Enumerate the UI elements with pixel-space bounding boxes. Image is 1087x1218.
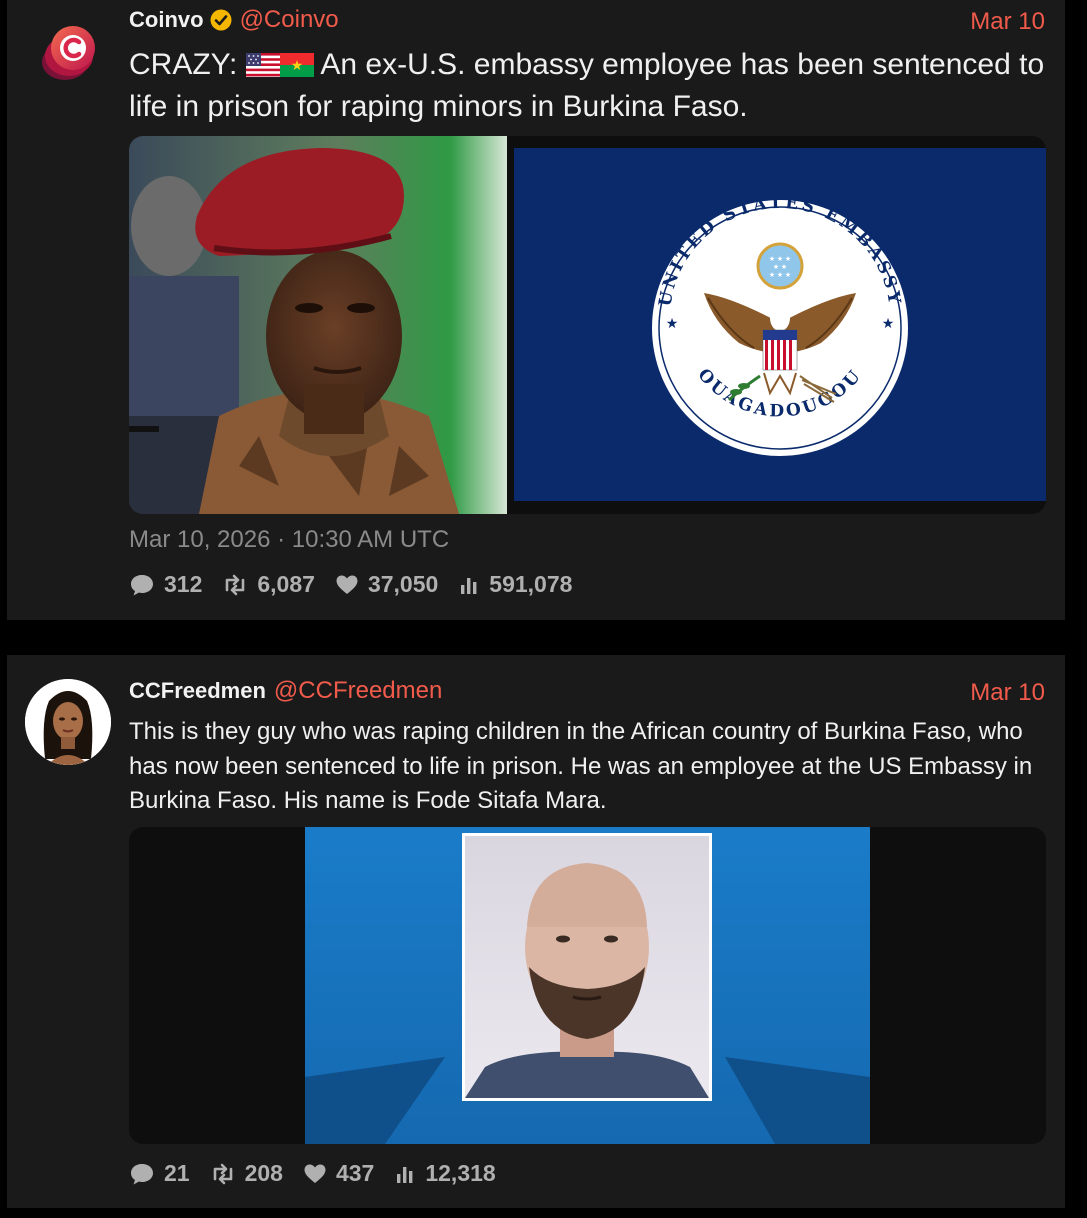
retweet-icon (226, 574, 245, 595)
tweet-text-prefix: CRAZY: (129, 48, 238, 81)
views-icon (397, 1166, 413, 1183)
tweet-stats: 21 208 437 12,318 (129, 1160, 516, 1187)
author-name[interactable]: CCFreedmen (129, 678, 266, 704)
svg-text:★: ★ (781, 263, 787, 271)
svg-text:★: ★ (769, 271, 775, 279)
tweet-media-grid[interactable]: UNITED STATES EMBASSY OUAGADOUGOU ★ ★ ★ ★… (129, 136, 1046, 514)
ccfreedmen-avatar[interactable] (25, 679, 111, 765)
coinvo-avatar[interactable] (35, 22, 103, 86)
author-handle[interactable]: @Coinvo (240, 6, 339, 34)
tweet-stats: 312 6,087 37,050 591,078 (129, 571, 592, 598)
svg-text:★: ★ (785, 271, 791, 279)
tweet-media[interactable] (129, 827, 1046, 1144)
like-count: 437 (335, 1160, 375, 1186)
retweet-stat[interactable]: 208 (210, 1160, 283, 1187)
like-icon (304, 1164, 326, 1183)
svg-text:★: ★ (769, 255, 775, 263)
media-photo-man-in-beret[interactable] (129, 136, 507, 514)
reply-count: 312 (164, 571, 203, 597)
reply-stat[interactable]: 21 (129, 1160, 190, 1187)
us-flag-icon (245, 53, 280, 77)
views-count: 591,078 (489, 571, 573, 597)
like-stat[interactable]: 37,050 (335, 571, 438, 598)
tweet-date[interactable]: Mar 10 (970, 8, 1045, 36)
views-stat[interactable]: 591,078 (458, 571, 572, 598)
views-icon (461, 577, 477, 594)
verified-badge-icon (210, 9, 232, 31)
tweet-card-coinvo[interactable]: Coinvo @Coinvo Mar 10 CRAZY: An ex-U.S. … (7, 0, 1065, 620)
media-photo-mugshot[interactable] (305, 827, 870, 1144)
svg-text:★: ★ (777, 271, 783, 279)
like-count: 37,050 (367, 571, 439, 597)
reply-stat[interactable]: 312 (129, 571, 202, 598)
author-handle[interactable]: @CCFreedmen (274, 677, 442, 705)
tweet-card-ccfreedmen[interactable]: CCFreedmen @CCFreedmen Mar 10 This is th… (7, 655, 1065, 1208)
author-name[interactable]: Coinvo (129, 7, 204, 33)
reply-icon (131, 1163, 153, 1184)
tweet-date[interactable]: Mar 10 (970, 679, 1045, 707)
retweet-count: 208 (244, 1160, 283, 1186)
reply-count: 21 (164, 1160, 190, 1186)
svg-text:★: ★ (773, 263, 779, 271)
burkina-faso-flag-icon (279, 53, 314, 77)
like-stat[interactable]: 437 (303, 1160, 374, 1187)
views-count: 12,318 (425, 1160, 496, 1186)
retweet-stat[interactable]: 6,087 (222, 571, 315, 598)
svg-text:★: ★ (777, 255, 783, 263)
reply-icon (131, 574, 153, 595)
retweet-icon (213, 1163, 232, 1184)
retweet-count: 6,087 (257, 571, 315, 597)
media-embassy-seal-image[interactable]: UNITED STATES EMBASSY OUAGADOUGOU ★ ★ ★ ★… (514, 148, 1046, 501)
tweet-text: This is they guy who was raping children… (129, 718, 1033, 814)
views-stat[interactable]: 12,318 (394, 1160, 496, 1187)
tweet-timestamp: Mar 10, 2026 · 10:30 AM UTC (129, 526, 450, 553)
svg-text:★: ★ (882, 315, 895, 331)
like-icon (336, 575, 358, 594)
coinvo-logo-icon (42, 26, 95, 80)
tweet-text: CRAZY: An ex-U.S. embassy employee has b… (129, 44, 1049, 128)
svg-text:★: ★ (785, 255, 791, 263)
svg-text:★: ★ (666, 315, 679, 331)
avatar-photo (25, 679, 111, 765)
